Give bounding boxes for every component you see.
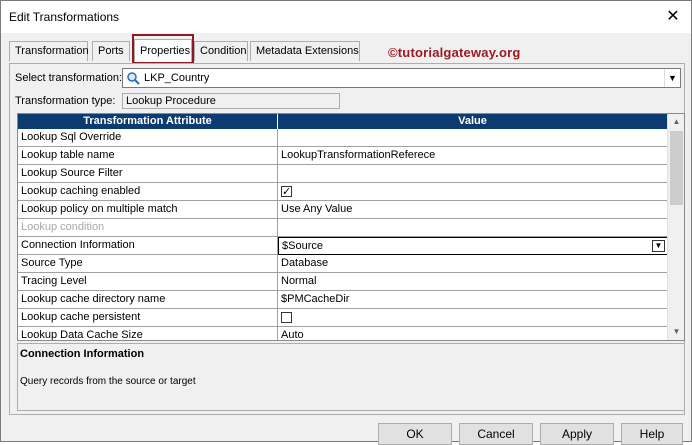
value-cell[interactable]: Normal xyxy=(278,273,668,291)
value-cell[interactable]: Database xyxy=(278,255,668,273)
properties-grid: Transformation Attribute Value Lookup Sq… xyxy=(17,113,685,341)
connection-information-field[interactable]: $Source ▼ xyxy=(278,237,668,255)
value-cell[interactable] xyxy=(278,165,668,183)
table-row[interactable]: Lookup cache persistent xyxy=(18,309,668,327)
properties-tab-highlight xyxy=(132,34,194,64)
table-row[interactable]: Tracing Level Normal xyxy=(18,273,668,291)
value-cell xyxy=(278,219,668,237)
tab-ports[interactable]: Ports xyxy=(92,41,130,61)
attribute-cell: Lookup table name xyxy=(18,147,278,165)
table-row: Lookup condition xyxy=(18,219,668,237)
value-cell xyxy=(278,309,668,327)
connection-information-value: $Source xyxy=(282,240,323,252)
chevron-down-icon[interactable]: ▼ xyxy=(664,69,680,87)
attribute-cell: Tracing Level xyxy=(18,273,278,291)
column-header-value[interactable]: Value xyxy=(278,114,668,129)
table-row[interactable]: Connection Information $Source ▼ xyxy=(18,237,668,255)
description-text: Query records from the source or target xyxy=(20,376,196,387)
chevron-down-icon[interactable]: ▼ xyxy=(652,240,665,252)
transformation-type-field: Lookup Procedure xyxy=(122,93,340,109)
close-icon[interactable]: ✕ xyxy=(663,7,683,27)
attribute-cell: Lookup Data Cache Size xyxy=(18,327,278,340)
value-cell xyxy=(278,183,668,201)
tab-condition[interactable]: Condition xyxy=(194,41,248,61)
cache-persistent-checkbox[interactable] xyxy=(281,312,292,323)
grid-header: Transformation Attribute Value xyxy=(18,114,668,129)
select-transformation-dropdown[interactable]: LKP_Country ▼ xyxy=(122,68,681,88)
select-transformation-label: Select transformation: xyxy=(15,72,122,84)
select-transformation-value: LKP_Country xyxy=(144,72,210,84)
value-cell[interactable]: Use Any Value xyxy=(278,201,668,219)
title-bar: Edit Transformations ✕ xyxy=(1,1,691,33)
scroll-thumb[interactable] xyxy=(670,131,683,205)
scroll-up-icon[interactable]: ▲ xyxy=(668,114,684,130)
transformation-type-label: Transformation type: xyxy=(15,95,116,107)
edit-transformations-dialog: Edit Transformations ✕ Transformation Po… xyxy=(0,0,692,445)
attribute-cell: Source Type xyxy=(18,255,278,273)
attribute-cell: Lookup Source Filter xyxy=(18,165,278,183)
window-title: Edit Transformations xyxy=(9,10,120,24)
value-cell[interactable]: $PMCacheDir xyxy=(278,291,668,309)
table-row[interactable]: Lookup Sql Override xyxy=(18,129,668,147)
description-title: Connection Information xyxy=(20,348,145,360)
lookup-icon xyxy=(127,72,140,85)
table-row[interactable]: Lookup policy on multiple match Use Any … xyxy=(18,201,668,219)
description-panel: Connection Information Query records fro… xyxy=(17,343,685,411)
vertical-scrollbar[interactable]: ▲ ▼ xyxy=(667,114,684,340)
attribute-cell: Connection Information xyxy=(18,237,278,255)
tab-strip: Transformation Ports Properties Conditio… xyxy=(9,39,689,63)
table-row[interactable]: Lookup Data Cache Size Auto xyxy=(18,327,668,340)
watermark: ©tutorialgateway.org xyxy=(388,45,521,60)
attribute-cell: Lookup condition xyxy=(18,219,278,237)
attribute-cell: Lookup policy on multiple match xyxy=(18,201,278,219)
attribute-cell: Lookup cache persistent xyxy=(18,309,278,327)
table-row[interactable]: Lookup caching enabled xyxy=(18,183,668,201)
column-header-attribute[interactable]: Transformation Attribute xyxy=(18,114,278,129)
caching-enabled-checkbox[interactable] xyxy=(281,184,292,200)
value-cell[interactable]: Auto xyxy=(278,327,668,340)
table-row[interactable]: Lookup Source Filter xyxy=(18,165,668,183)
attribute-cell: Lookup caching enabled xyxy=(18,183,278,201)
table-row[interactable]: Source Type Database xyxy=(18,255,668,273)
tab-metadata-extensions[interactable]: Metadata Extensions xyxy=(250,41,360,61)
scroll-down-icon[interactable]: ▼ xyxy=(668,324,684,340)
attribute-cell: Lookup cache directory name xyxy=(18,291,278,309)
value-cell[interactable] xyxy=(278,129,668,147)
attribute-cell: Lookup Sql Override xyxy=(18,129,278,147)
value-cell[interactable]: LookupTransformationReferece xyxy=(278,147,668,165)
table-row[interactable]: Lookup cache directory name $PMCacheDir xyxy=(18,291,668,309)
tab-transformation[interactable]: Transformation xyxy=(9,41,89,61)
table-row[interactable]: Lookup table name LookupTransformationRe… xyxy=(18,147,668,165)
